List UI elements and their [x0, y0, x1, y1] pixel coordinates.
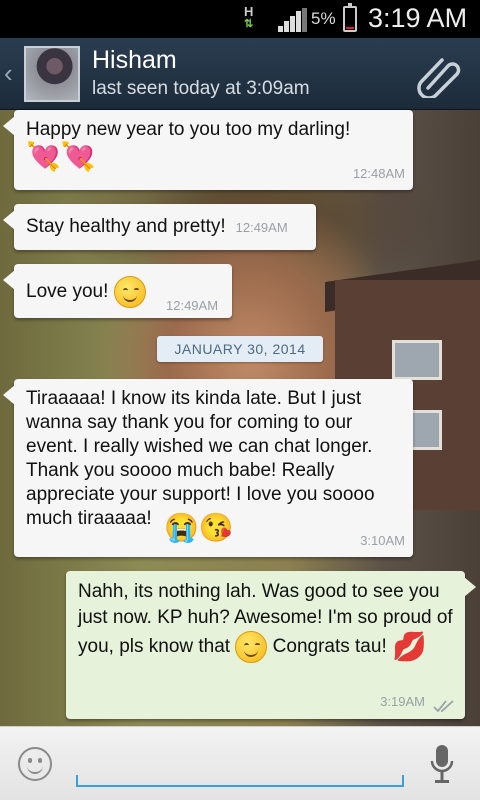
message-composer	[0, 726, 480, 800]
message-bubble-outgoing[interactable]: Nahh, its nothing lah. Was good to see y…	[66, 571, 476, 719]
network-indicator: H ⇅	[244, 4, 254, 30]
attach-paperclip-icon[interactable]	[414, 54, 462, 98]
emoji-icon[interactable]	[18, 747, 52, 781]
input-underline-cap	[402, 775, 404, 787]
status-bar: H ⇅ 5% 3:19 AM	[0, 0, 480, 38]
battery-icon	[343, 3, 357, 32]
message-text: Love you!	[26, 281, 109, 303]
microphone-icon[interactable]	[428, 743, 456, 787]
message-text: Stay healthy and pretty!	[26, 216, 226, 237]
status-time: 3:19 AM	[368, 3, 468, 33]
contact-avatar[interactable]	[24, 46, 80, 102]
chat-header: ‹ Hisham last seen today at 3:09am	[0, 38, 480, 110]
date-divider: JANUARY 30, 2014	[157, 336, 323, 362]
message-bubble-incoming[interactable]: Stay healthy and pretty! 12:49AM	[3, 204, 316, 250]
message-time: 3:19AM	[380, 694, 425, 709]
cupid-heart-emoji: 💘💘	[26, 141, 96, 172]
last-seen-status: last seen today at 3:09am	[92, 78, 310, 99]
network-type: H	[244, 4, 254, 19]
message-input[interactable]	[78, 739, 404, 787]
smile-emoji	[235, 631, 268, 663]
data-activity-icon: ⇅	[244, 18, 254, 30]
kiss-lips-emoji: 💋	[392, 631, 427, 662]
signal-icon	[278, 8, 307, 32]
message-bubble-incoming[interactable]: Love you! 12:49AM	[3, 264, 232, 318]
message-bubble-incoming[interactable]: Happy new year to you too my darling! 💘💘…	[3, 110, 413, 190]
message-text: Happy new year to you too my darling!	[26, 119, 351, 140]
message-text: Tiraaaaa! I know its kinda late. But I j…	[26, 388, 375, 529]
message-time: 3:10AM	[360, 533, 405, 548]
message-time: 12:48AM	[352, 166, 405, 181]
input-underline-cap	[76, 775, 78, 787]
read-ticks-icon	[433, 700, 454, 713]
conversation-area[interactable]: Happy new year to you too my darling! 💘💘…	[0, 110, 480, 726]
battery-percent: 5%	[311, 9, 336, 28]
message-bubble-incoming[interactable]: Tiraaaaa! I know its kinda late. But I j…	[3, 379, 413, 557]
contact-name[interactable]: Hisham	[92, 46, 177, 75]
back-chevron-icon[interactable]: ‹	[4, 58, 13, 89]
message-time: 12:49AM	[235, 220, 288, 235]
message-time: 12:49AM	[166, 298, 219, 313]
crying-kiss-emoji: 😭😘	[164, 512, 234, 543]
background-photo-window	[392, 340, 442, 380]
message-text-continued: Congrats tau!	[272, 636, 387, 658]
smile-emoji	[113, 276, 146, 308]
